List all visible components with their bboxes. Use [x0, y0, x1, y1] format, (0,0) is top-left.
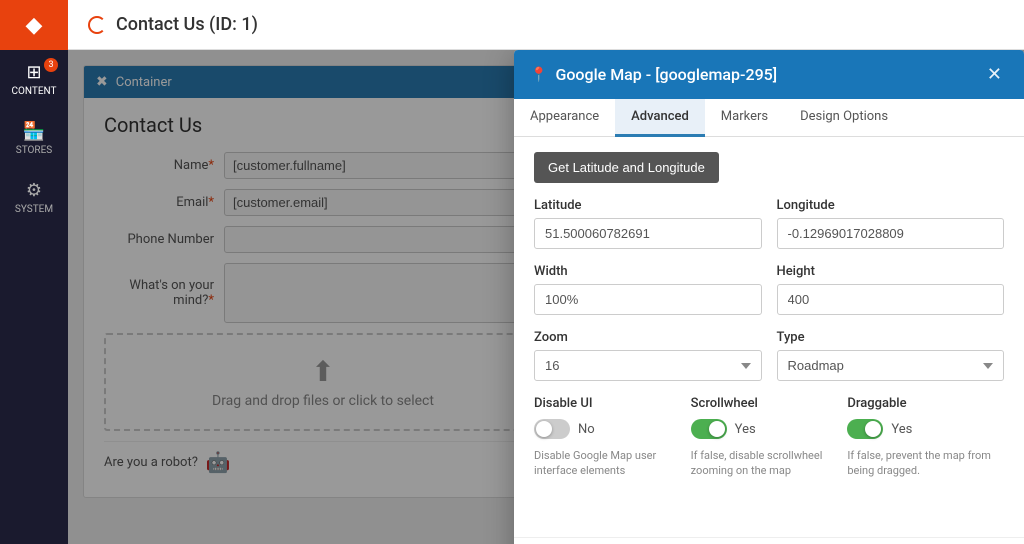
- draggable-title: Draggable: [847, 396, 1004, 411]
- longitude-group: Longitude: [777, 198, 1005, 249]
- tab-design-options[interactable]: Design Options: [784, 99, 904, 137]
- longitude-input[interactable]: [777, 218, 1005, 249]
- zoom-group: Zoom 16 1 4 8 12 20: [534, 330, 762, 381]
- scrollwheel-desc: If false, disable scrollwheel zooming on…: [691, 448, 848, 479]
- modal-tabs: Appearance Advanced Markers Design Optio…: [514, 99, 1024, 137]
- tab-appearance[interactable]: Appearance: [514, 99, 615, 137]
- sidebar-item-label: STORES: [16, 145, 52, 156]
- loading-indicator: [88, 16, 106, 34]
- zoom-type-row: Zoom 16 1 4 8 12 20 Type: [534, 330, 1004, 381]
- sidebar-item-label: CONTENT: [12, 86, 57, 97]
- height-label: Height: [777, 264, 1005, 279]
- modal-title: Google Map - [googlemap-295]: [555, 65, 972, 84]
- map-pin-icon: 📍: [530, 67, 547, 83]
- scrollwheel-value: Yes: [735, 422, 756, 437]
- modal-body: Get Latitude and Longitude Latitude Long…: [514, 137, 1024, 537]
- sidebar-item-stores[interactable]: 🏪 STORES: [0, 109, 68, 168]
- type-select[interactable]: Roadmap Satellite Hybrid Terrain: [777, 350, 1005, 381]
- draggable-slider: [847, 419, 883, 439]
- zoom-label: Zoom: [534, 330, 762, 345]
- latitude-input[interactable]: [534, 218, 762, 249]
- content-badge: 3: [44, 58, 58, 72]
- disable-ui-value: No: [578, 422, 595, 437]
- zoom-select[interactable]: 16 1 4 8 12 20: [534, 350, 762, 381]
- disable-ui-toggle[interactable]: [534, 419, 570, 439]
- modal-footer: Delete Save: [514, 537, 1024, 544]
- get-latlong-button[interactable]: Get Latitude and Longitude: [534, 152, 719, 183]
- system-icon: ⚙: [26, 180, 42, 201]
- type-group: Type Roadmap Satellite Hybrid Terrain: [777, 330, 1005, 381]
- draggable-toggle[interactable]: [847, 419, 883, 439]
- scrollwheel-slider: [691, 419, 727, 439]
- width-group: Width: [534, 264, 762, 315]
- draggable-group: Draggable Yes If false, prevent the map …: [847, 396, 1004, 479]
- disable-ui-slider: [534, 419, 570, 439]
- longitude-label: Longitude: [777, 198, 1005, 213]
- page-title: Contact Us (ID: 1): [116, 14, 258, 35]
- disable-ui-title: Disable UI: [534, 396, 691, 411]
- main-content: Contact Us (ID: 1) ✖ Container Contact U…: [68, 0, 1024, 544]
- sidebar-item-label: SYSTEM: [15, 204, 53, 215]
- scrollwheel-group: Scrollwheel Yes If false, disable scroll…: [691, 396, 848, 479]
- modal-header: 📍 Google Map - [googlemap-295] ✕: [514, 50, 1024, 99]
- tab-advanced[interactable]: Advanced: [615, 99, 705, 137]
- disable-ui-group: Disable UI No Disable Google Map user in…: [534, 396, 691, 479]
- logo-icon: ◆: [26, 13, 43, 38]
- type-label: Type: [777, 330, 1005, 345]
- latitude-group: Latitude: [534, 198, 762, 249]
- lat-lng-row: Latitude Longitude: [534, 198, 1004, 249]
- content-icon: ⊞: [26, 62, 41, 83]
- draggable-desc: If false, prevent the map from being dra…: [847, 448, 1004, 479]
- width-input[interactable]: [534, 284, 762, 315]
- magento-logo: ◆: [0, 0, 68, 50]
- width-label: Width: [534, 264, 762, 279]
- sidebar-item-content[interactable]: ⊞ CONTENT 3: [0, 50, 68, 109]
- page-area: ✖ Container Contact Us Name* Email* Phon…: [68, 50, 1024, 544]
- modal-overlay: 📍 Google Map - [googlemap-295] ✕ Appeara…: [68, 50, 1024, 544]
- scrollwheel-toggle[interactable]: [691, 419, 727, 439]
- stores-icon: 🏪: [23, 121, 45, 142]
- latitude-label: Latitude: [534, 198, 762, 213]
- modal-close-button[interactable]: ✕: [981, 62, 1008, 87]
- height-group: Height: [777, 264, 1005, 315]
- sidebar-item-system[interactable]: ⚙ SYSTEM: [0, 168, 68, 227]
- height-input[interactable]: [777, 284, 1005, 315]
- disable-ui-row: No: [534, 419, 691, 439]
- google-map-modal: 📍 Google Map - [googlemap-295] ✕ Appeara…: [514, 50, 1024, 544]
- scrollwheel-row: Yes: [691, 419, 848, 439]
- toggles-section: Disable UI No Disable Google Map user in…: [534, 396, 1004, 479]
- width-height-row: Width Height: [534, 264, 1004, 315]
- tab-markers[interactable]: Markers: [705, 99, 784, 137]
- disable-ui-desc: Disable Google Map user interface elemen…: [534, 448, 691, 479]
- top-bar: Contact Us (ID: 1): [68, 0, 1024, 50]
- sidebar: ◆ ⊞ CONTENT 3 🏪 STORES ⚙ SYSTEM: [0, 0, 68, 544]
- scrollwheel-title: Scrollwheel: [691, 396, 848, 411]
- draggable-row: Yes: [847, 419, 1004, 439]
- draggable-value: Yes: [891, 422, 912, 437]
